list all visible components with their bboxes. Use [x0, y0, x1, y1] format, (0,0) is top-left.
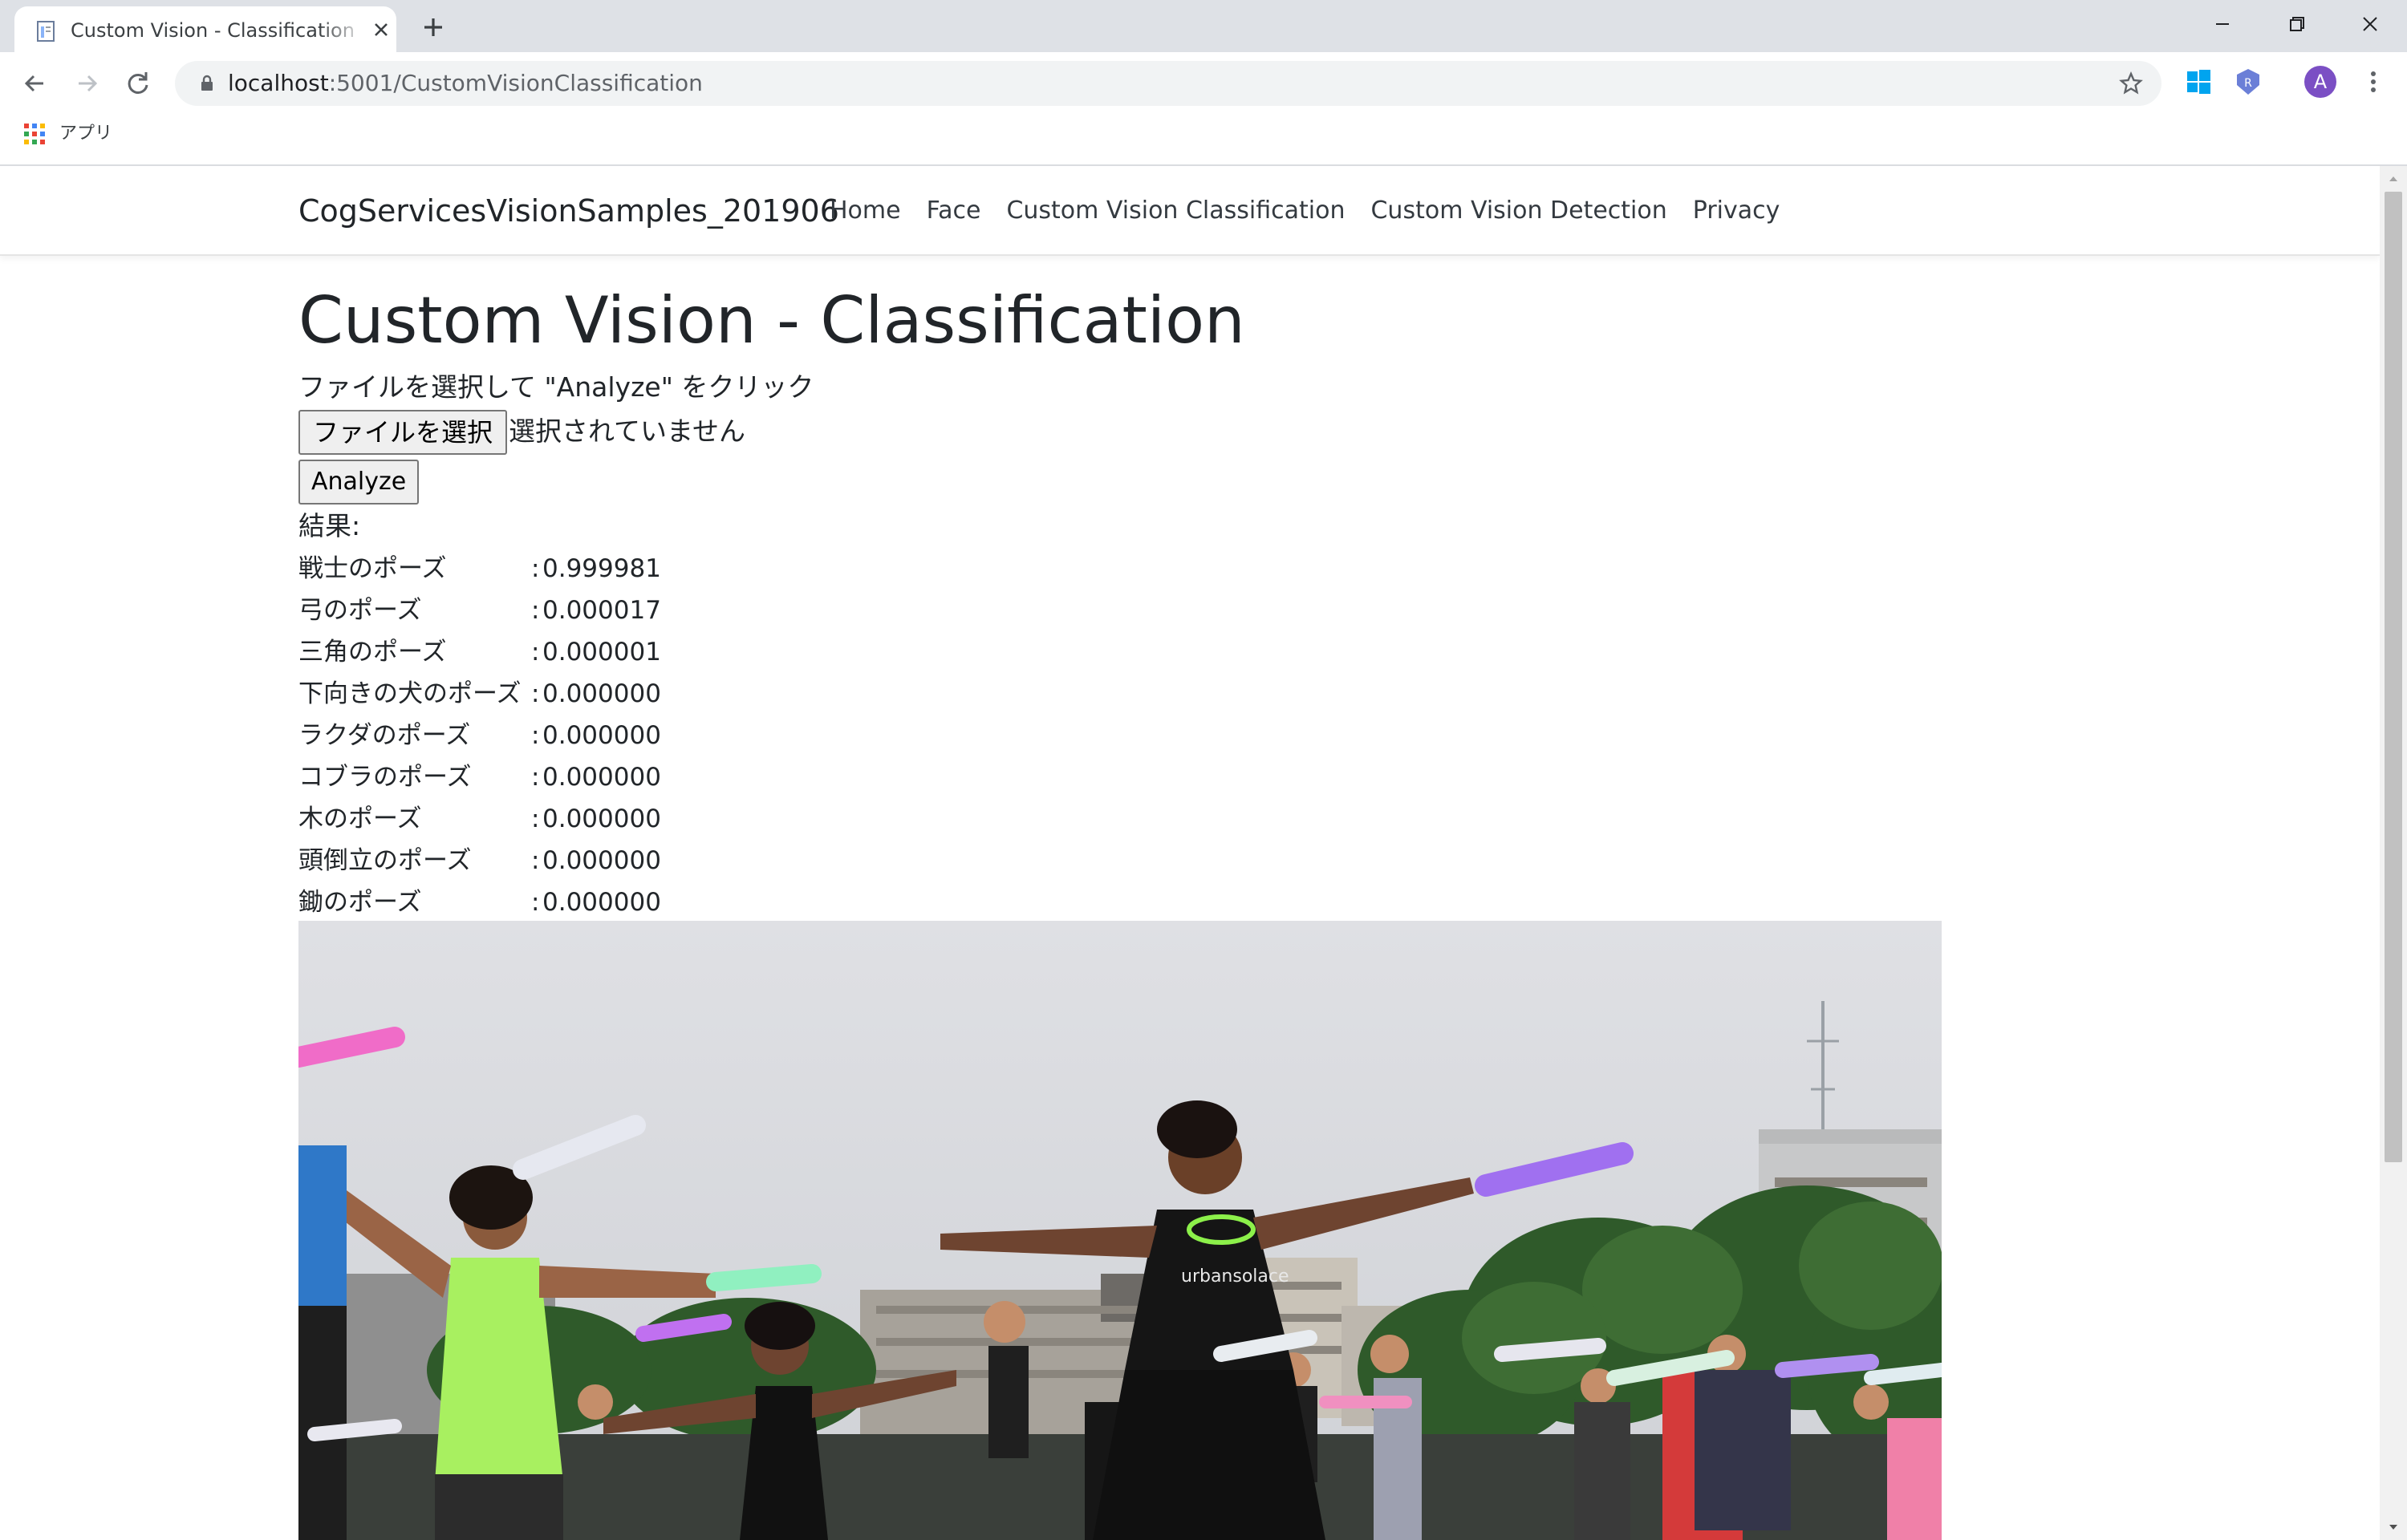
bookmark-apps[interactable]: アプリ [59, 120, 112, 148]
windows-extension-icon[interactable] [2182, 66, 2214, 98]
new-tab-icon[interactable] [417, 11, 449, 43]
site-brand[interactable]: CogServicesVisionSamples_201906 [298, 192, 839, 230]
result-separator: : [531, 679, 540, 708]
pose-score: 0.000001 [542, 638, 661, 667]
close-window-icon[interactable] [2346, 8, 2394, 40]
pose-name: 木のポーズ [298, 804, 422, 833]
page-title: Custom Vision - Classification [298, 283, 1245, 358]
nav-custom-vision-classification[interactable]: Custom Vision Classification [1006, 193, 1345, 229]
choose-file-button[interactable]: ファイルを選択 [298, 410, 508, 455]
site-navbar: CogServicesVisionSamples_201906 Home Fac… [0, 166, 2380, 256]
result-separator: : [531, 596, 540, 625]
back-icon[interactable] [16, 64, 55, 103]
page-icon [37, 21, 55, 42]
pose-name: 鋤のポーズ [298, 888, 422, 917]
pose-name: 下向きの犬のポーズ [298, 679, 522, 708]
result-separator: : [531, 846, 540, 875]
tab-title: Custom Vision - Classification - C [71, 19, 359, 42]
analyzed-photo: urbansolace [298, 921, 1942, 1540]
lock-icon[interactable] [197, 74, 217, 93]
page-scrollbar[interactable] [2380, 166, 2407, 1540]
pose-score: 0.000000 [542, 721, 661, 750]
result-label: 結果: [298, 510, 361, 541]
nav-face[interactable]: Face [927, 193, 981, 229]
tab-title-fade [319, 14, 367, 47]
file-status: 選択されていません [509, 415, 746, 447]
result-separator: : [531, 721, 540, 750]
browser-tab-strip: Custom Vision - Classification - C [0, 0, 2407, 52]
reload-icon[interactable] [119, 64, 157, 103]
analyze-button[interactable]: Analyze [298, 460, 420, 505]
nav-privacy[interactable]: Privacy [1693, 193, 1780, 229]
minimize-icon[interactable] [2198, 8, 2247, 40]
result-separator: : [531, 763, 540, 792]
pose-score: 0.000017 [542, 596, 661, 625]
browser-tab[interactable]: Custom Vision - Classification - C [14, 6, 396, 52]
page-viewport: CogServicesVisionSamples_201906 Home Fac… [0, 166, 2380, 1540]
address-bar[interactable]: localhost:5001/CustomVisionClassificatio… [175, 61, 2161, 106]
result-separator: : [531, 888, 540, 917]
pose-score: 0.000000 [542, 679, 661, 708]
pose-name: コブラのポーズ [298, 763, 472, 792]
pose-name: 頭倒立のポーズ [298, 846, 472, 875]
nav-home[interactable]: Home [830, 193, 901, 229]
pose-name: 戦士のポーズ [298, 554, 447, 583]
instruction-text: ファイルを選択して "Analyze" をクリック [298, 371, 814, 403]
pose-score: 0.000000 [542, 888, 661, 917]
photo-shirt-text: urbansolace [1181, 1266, 1289, 1287]
result-separator: : [531, 804, 540, 833]
url-path: :5001/CustomVisionClassification [328, 70, 703, 96]
result-separator: : [531, 554, 540, 583]
url-text[interactable]: localhost:5001/CustomVisionClassificatio… [228, 69, 703, 98]
pose-score: 0.000000 [542, 763, 661, 792]
result-separator: : [531, 638, 540, 667]
pose-score: 0.000000 [542, 804, 661, 833]
apps-grid-icon[interactable] [22, 122, 47, 146]
bookmark-star-icon[interactable] [2118, 71, 2144, 96]
scrollbar-thumb[interactable] [2385, 192, 2402, 1162]
scroll-down-arrow-icon[interactable] [2387, 1521, 2400, 1534]
browser-menu-icon[interactable] [2359, 66, 2388, 98]
scroll-up-arrow-icon[interactable] [2387, 172, 2400, 185]
shield-extension-icon[interactable]: R [2232, 66, 2264, 98]
url-host: localhost [228, 70, 329, 96]
nav-custom-vision-detection[interactable]: Custom Vision Detection [1370, 193, 1666, 229]
profile-avatar[interactable]: A [2304, 66, 2336, 98]
pose-name: ラクダのポーズ [298, 721, 471, 750]
close-tab-icon[interactable] [369, 18, 393, 42]
pose-score: 0.999981 [542, 554, 661, 583]
svg-text:R: R [2244, 77, 2252, 90]
forward-icon[interactable] [67, 64, 106, 103]
pose-name: 三角のポーズ [298, 638, 447, 667]
restore-icon[interactable] [2272, 8, 2320, 40]
pose-score: 0.000000 [542, 846, 661, 875]
nav-links: Home Face Custom Vision Classification C… [830, 193, 1780, 229]
pose-name: 弓のポーズ [298, 596, 422, 625]
